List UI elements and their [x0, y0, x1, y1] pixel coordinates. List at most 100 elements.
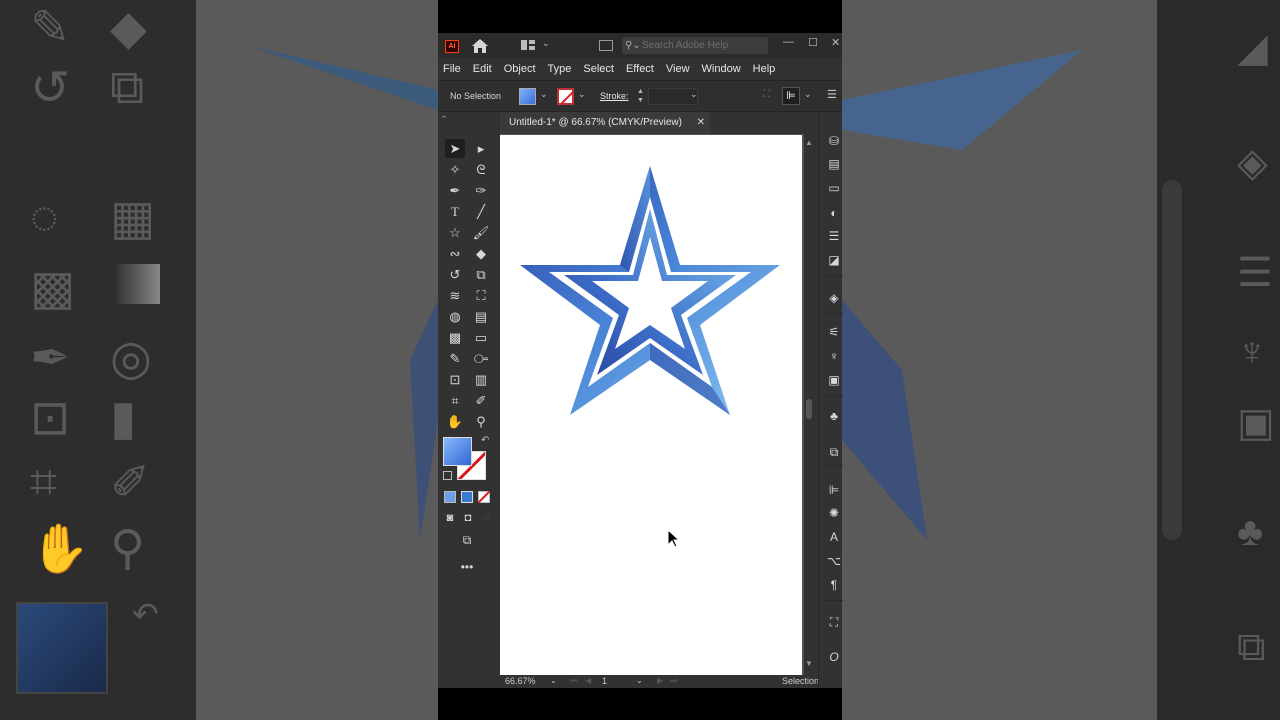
perspective-grid-tool-icon[interactable]: ▤: [471, 307, 491, 326]
shaper-tool-icon[interactable]: ∾: [445, 244, 465, 263]
zoom-tool-icon[interactable]: ⚲: [471, 412, 491, 431]
artboard-tool-icon[interactable]: ⌗: [445, 391, 465, 410]
canvas-area[interactable]: [500, 134, 810, 675]
lasso-tool-icon[interactable]: ᘓ: [471, 160, 491, 179]
character-icon[interactable]: A: [827, 530, 841, 544]
fill-swatch[interactable]: [519, 88, 536, 105]
maximize-icon[interactable]: ☐: [808, 36, 818, 49]
close-document-icon[interactable]: ✕: [697, 112, 705, 134]
menu-view[interactable]: View: [666, 63, 690, 75]
line-segment-tool-icon[interactable]: ╱: [471, 202, 491, 221]
adjustments-icon[interactable]: ⚟: [827, 325, 841, 339]
menu-select[interactable]: Select: [583, 63, 614, 75]
arrange-documents-icon[interactable]: [599, 40, 613, 51]
default-fill-stroke-icon[interactable]: [443, 471, 452, 480]
warp-tool-icon[interactable]: ≋: [445, 286, 465, 305]
menu-help[interactable]: Help: [753, 63, 776, 75]
rotate-tool-icon[interactable]: ↺: [445, 265, 465, 284]
puppet-warp-icon[interactable]: ♆: [827, 349, 841, 363]
align-chevron-icon[interactable]: ⌄: [804, 89, 812, 100]
stroke-label[interactable]: Stroke:: [600, 91, 629, 101]
edit-toolbar-icon[interactable]: •••: [457, 558, 477, 577]
hand-tool-icon[interactable]: ✋: [445, 412, 465, 431]
star-tool-icon[interactable]: ☆: [445, 223, 465, 242]
menu-effect[interactable]: Effect: [626, 63, 654, 75]
stroke-stepper-icon[interactable]: ▲ ▼: [637, 87, 644, 105]
opentype-icon[interactable]: O: [827, 650, 841, 664]
symbols-icon[interactable]: ♣: [827, 409, 841, 423]
menu-type[interactable]: Type: [548, 63, 572, 75]
artboard-number[interactable]: 1: [602, 676, 607, 686]
document-tab[interactable]: Untitled-1* @ 66.67% (CMYK/Preview) ✕: [500, 112, 710, 134]
paintbrush-tool-icon[interactable]: 🖌: [471, 223, 491, 242]
stroke-chevron-icon[interactable]: ⌄: [578, 89, 586, 100]
draw-inside-icon[interactable]: ◌: [476, 509, 496, 528]
prev-artboard-icon[interactable]: ◀: [585, 676, 591, 685]
transform-panel-icon[interactable]: ⛶: [827, 615, 841, 629]
menu-window[interactable]: Window: [702, 63, 741, 75]
free-transform-tool-icon[interactable]: ⛶: [471, 286, 491, 305]
zoom-chevron-icon[interactable]: ⌄: [550, 676, 557, 685]
layers-icon[interactable]: ◈: [827, 291, 841, 305]
screen-mode-icon[interactable]: ⧉: [457, 531, 477, 550]
swap-fill-stroke-icon[interactable]: ↶: [481, 435, 489, 446]
gradient-tool-icon[interactable]: ▭: [471, 328, 491, 347]
slice-tool-icon[interactable]: ✐: [471, 391, 491, 410]
appearance-icon[interactable]: ◐: [827, 206, 841, 220]
fill-chevron-icon[interactable]: ⌄: [540, 89, 548, 100]
fill-color-box[interactable]: [443, 437, 472, 466]
artboard-chevron-icon[interactable]: ⌄: [636, 676, 643, 685]
eyedropper-tool-icon[interactable]: ✎: [445, 349, 465, 368]
first-artboard-icon[interactable]: ⏮: [570, 676, 577, 686]
eraser-tool-icon[interactable]: ◆: [471, 244, 491, 263]
direct-selection-tool-icon[interactable]: ▸: [471, 139, 491, 158]
column-graph-tool-icon[interactable]: ▥: [471, 370, 491, 389]
search-input[interactable]: ⚲⌄ Search Adobe Help: [622, 37, 768, 54]
last-artboard-icon[interactable]: ⏭: [670, 676, 677, 686]
stroke-swatch[interactable]: [557, 88, 574, 105]
close-icon[interactable]: ✕: [831, 36, 840, 49]
transform-icon[interactable]: ⛶: [763, 89, 770, 100]
scale-tool-icon[interactable]: ⧉: [471, 265, 491, 284]
color-guide-icon[interactable]: ✺: [827, 506, 841, 520]
scroll-thumb[interactable]: [806, 399, 812, 419]
character-styles-icon[interactable]: ⌥: [827, 554, 841, 568]
scroll-down-icon[interactable]: ▼: [805, 659, 813, 668]
vertical-scrollbar[interactable]: ▲ ▼: [804, 134, 816, 675]
type-tool-icon[interactable]: T: [445, 202, 465, 221]
draw-normal-icon[interactable]: ◙: [440, 509, 460, 528]
artboard[interactable]: [500, 135, 802, 675]
libraries-icon[interactable]: ⛁: [827, 134, 841, 148]
mesh-tool-icon[interactable]: ▩: [445, 328, 465, 347]
properties-icon[interactable]: ▤: [827, 157, 841, 171]
gradient-mode-icon[interactable]: [461, 491, 473, 503]
workspace-chevron-icon[interactable]: ⌄: [542, 38, 550, 49]
symbol-sprayer-tool-icon[interactable]: ⊡: [445, 370, 465, 389]
curvature-tool-icon[interactable]: ✑: [471, 181, 491, 200]
shape-builder-tool-icon[interactable]: ◍: [445, 307, 465, 326]
pen-tool-icon[interactable]: ✒: [445, 181, 465, 200]
menu-edit[interactable]: Edit: [473, 63, 492, 75]
blend-tool-icon[interactable]: ⧃: [471, 349, 491, 368]
minimize-icon[interactable]: —: [783, 36, 794, 48]
menu-object[interactable]: Object: [504, 63, 536, 75]
artboards-panel-icon[interactable]: ▣: [827, 373, 841, 387]
home-icon[interactable]: [472, 39, 488, 53]
magic-wand-tool-icon[interactable]: ✧: [445, 160, 465, 179]
zoom-level[interactable]: 66.67%: [505, 676, 536, 686]
gradient-panel-icon[interactable]: ◪: [827, 253, 841, 267]
toolbar-grip-icon[interactable]: ••: [442, 115, 446, 121]
star-artwork[interactable]: [500, 135, 802, 675]
panel-menu-icon[interactable]: ☰: [827, 88, 837, 101]
stroke-weight-chevron-icon[interactable]: ⌄: [690, 89, 698, 100]
color-mode-icon[interactable]: [444, 491, 456, 503]
menu-file[interactable]: File: [443, 63, 461, 75]
pathfinder-icon[interactable]: ⧉: [827, 445, 841, 459]
selection-tool-icon[interactable]: ➤: [445, 139, 465, 158]
transparency-icon[interactable]: ▭: [827, 181, 841, 195]
workspace-icon[interactable]: [521, 40, 535, 50]
paragraph-icon[interactable]: ¶: [827, 578, 841, 592]
draw-behind-icon[interactable]: ◘: [458, 509, 478, 528]
next-artboard-icon[interactable]: ▶: [657, 676, 663, 685]
scroll-up-icon[interactable]: ▲: [805, 138, 813, 147]
